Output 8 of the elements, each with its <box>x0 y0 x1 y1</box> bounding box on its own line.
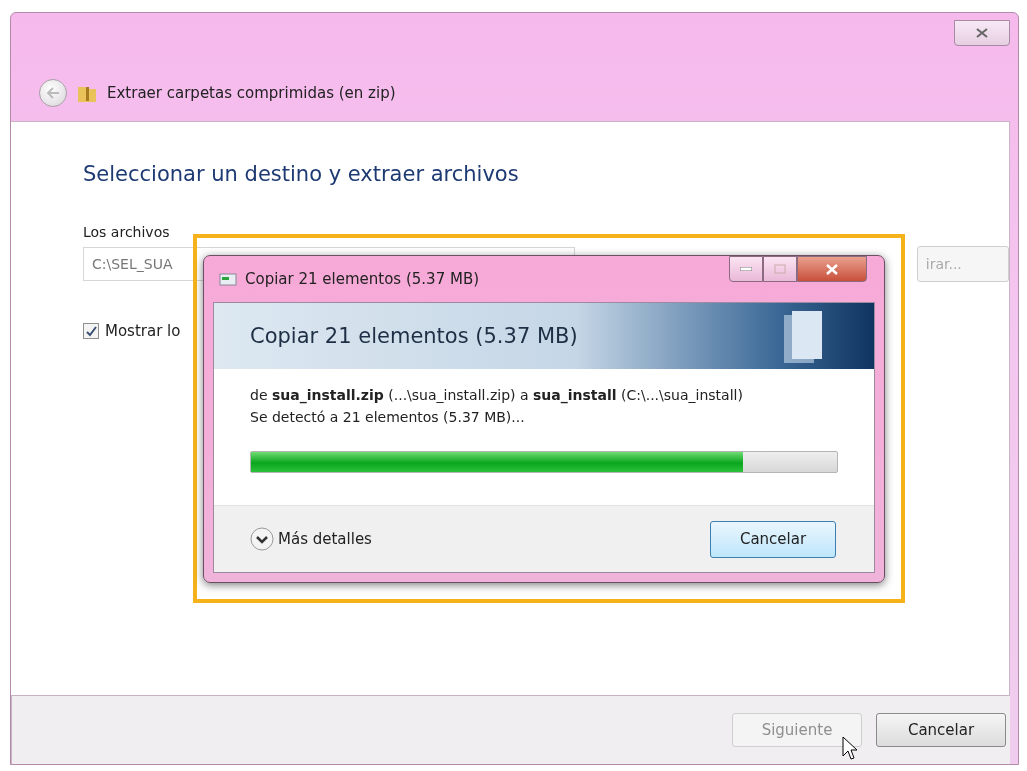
checkbox-label: Mostrar lo <box>105 322 181 340</box>
window-title: Extraer carpetas comprimidas (en zip) <box>107 84 396 102</box>
dialog-heading: Copiar 21 elementos (5.37 MB) <box>250 324 578 348</box>
page-heading: Seleccionar un destino y extraer archivos <box>83 162 520 186</box>
copy-source-text: de sua_install.zip (...\sua_install.zip) a sua_install (C:\...\sua_install) <box>250 387 744 403</box>
destination-label: Los archivos <box>83 224 171 240</box>
status-text: Se detectó a 21 elementos (5.37 MB)... <box>250 409 526 425</box>
dialog-title: Copiar 21 elementos (5.37 MB) <box>245 270 480 288</box>
